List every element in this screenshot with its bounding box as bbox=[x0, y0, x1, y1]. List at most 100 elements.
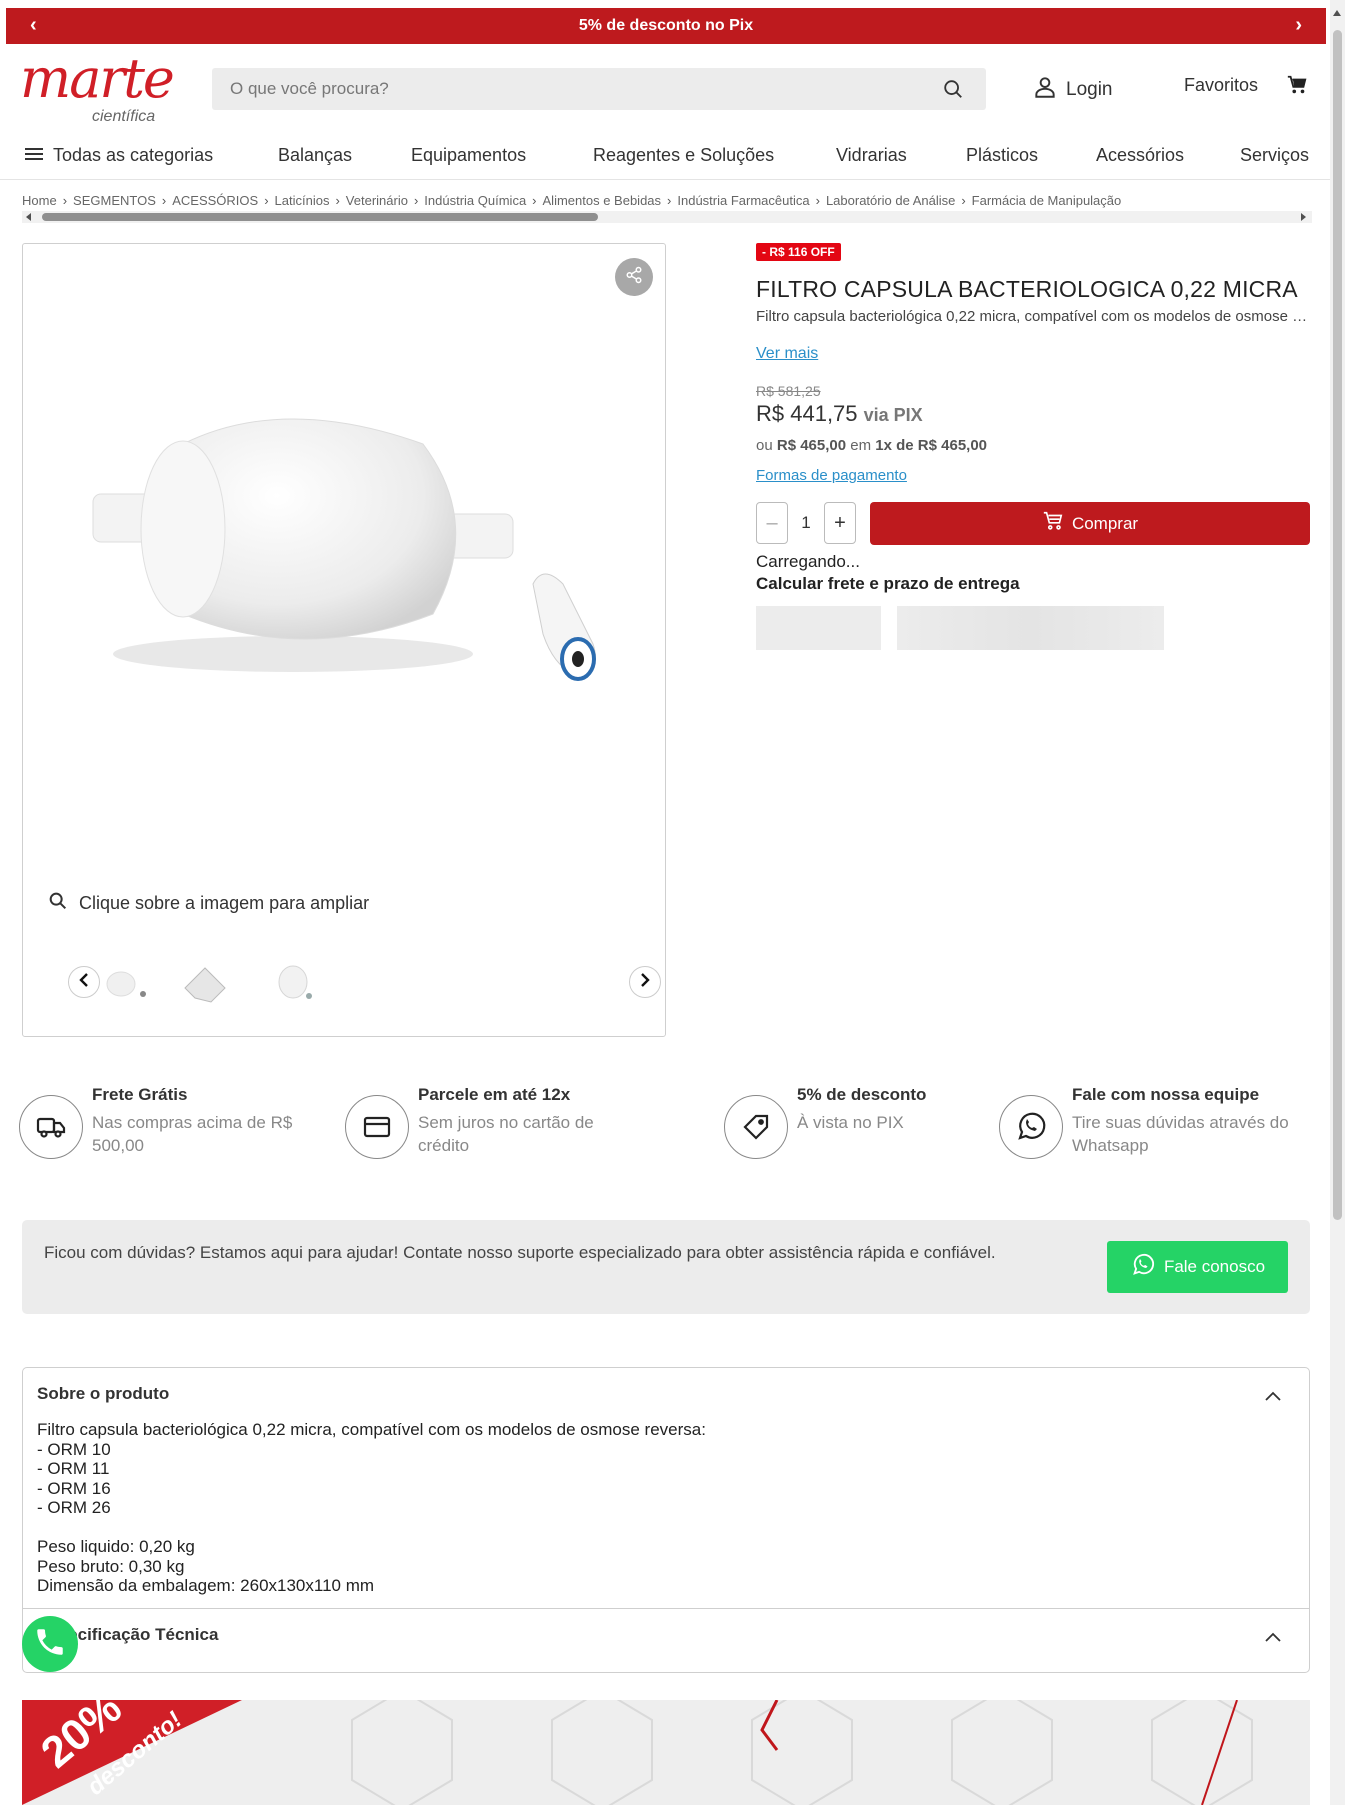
truck-icon bbox=[19, 1095, 83, 1159]
chevron-right-icon: › bbox=[264, 193, 269, 208]
thumbnail[interactable] bbox=[175, 958, 235, 1008]
promo-prev-button[interactable]: ‹ bbox=[30, 14, 37, 37]
scroll-up-arrow-icon[interactable] bbox=[1333, 10, 1341, 16]
breadcrumb-item[interactable]: ACESSÓRIOS bbox=[172, 193, 258, 208]
logo-subtitle: científica bbox=[92, 108, 156, 125]
accordion-divider bbox=[23, 1608, 1309, 1609]
magnifier-icon bbox=[47, 890, 69, 917]
scrollbar-thumb[interactable] bbox=[1333, 30, 1342, 1220]
nav-item-plasticos[interactable]: Plásticos bbox=[966, 145, 1038, 166]
breadcrumb-scrollbar[interactable] bbox=[22, 211, 1312, 223]
credit-card-icon bbox=[345, 1095, 409, 1159]
see-more-link[interactable]: Ver mais bbox=[756, 345, 818, 363]
tag-icon bbox=[724, 1095, 788, 1159]
phone-icon bbox=[33, 1625, 67, 1664]
zoom-hint-text: Clique sobre a imagem para ampliar bbox=[79, 893, 370, 913]
chevron-up-icon[interactable] bbox=[1265, 1388, 1281, 1406]
old-price: R$ 581,25 bbox=[756, 383, 821, 399]
page-scrollbar[interactable] bbox=[1330, 0, 1345, 1805]
breadcrumb-item[interactable]: Alimentos e Bebidas bbox=[543, 193, 662, 208]
chevron-right-icon: › bbox=[413, 193, 419, 208]
buy-button[interactable]: Comprar bbox=[870, 502, 1310, 545]
chevron-right-icon: › bbox=[532, 193, 537, 208]
chevron-right-icon bbox=[639, 972, 651, 992]
zoom-hint: Clique sobre a imagem para ampliar bbox=[47, 890, 369, 917]
installment-info: ou R$ 465,00 em 1x de R$ 465,00 bbox=[756, 437, 987, 454]
benefit-desc: À vista no PIX bbox=[797, 1113, 904, 1132]
parcel-plan: 1x de R$ 465,00 bbox=[875, 437, 988, 454]
benefit-title: Frete Grátis bbox=[92, 1085, 188, 1104]
promo-banner[interactable]: 20% desconto! bbox=[22, 1700, 1310, 1805]
logo-wordmark: marte bbox=[20, 47, 175, 110]
nav-item-reagentes[interactable]: Reagentes e Soluções bbox=[593, 145, 774, 166]
price-via: via PIX bbox=[863, 405, 923, 425]
whatsapp-float-button[interactable] bbox=[22, 1616, 78, 1672]
nav-item-acessorios[interactable]: Acessórios bbox=[1096, 145, 1184, 166]
about-product-header[interactable]: Sobre o produto bbox=[37, 1384, 169, 1404]
search-input[interactable] bbox=[230, 79, 910, 99]
chevron-right-icon: › bbox=[667, 193, 672, 208]
thumbnail[interactable] bbox=[265, 958, 325, 1008]
thumbnail[interactable] bbox=[101, 958, 161, 1008]
nav-item-servicos[interactable]: Serviços bbox=[1240, 145, 1309, 166]
quantity-stepper: – + bbox=[756, 502, 856, 544]
promo-text: 5% de desconto no Pix bbox=[578, 17, 754, 34]
breadcrumb-item[interactable]: SEGMENTOS bbox=[73, 193, 156, 208]
decrease-qty-button[interactable]: – bbox=[756, 502, 788, 544]
all-categories-label: Todas as categorias bbox=[53, 145, 214, 165]
benefit-desc: Sem juros no cartão de crédito bbox=[418, 1113, 594, 1155]
breadcrumb-item[interactable]: Veterinário bbox=[346, 193, 408, 208]
nav-item-vidrarias[interactable]: Vidrarias bbox=[836, 145, 907, 166]
login-button[interactable]: Login bbox=[1032, 74, 1113, 106]
loading-text: Carregando... bbox=[756, 552, 860, 571]
whatsapp-icon bbox=[999, 1095, 1063, 1159]
promo-next-button[interactable]: › bbox=[1295, 14, 1302, 37]
cart-icon bbox=[1042, 510, 1064, 537]
breadcrumb-item[interactable]: Indústria Farmacêutica bbox=[677, 193, 809, 208]
thumbs-prev-button[interactable] bbox=[68, 966, 100, 998]
discount-badge: - R$ 116 OFF bbox=[756, 243, 841, 261]
scroll-left-arrow-icon[interactable] bbox=[26, 213, 31, 221]
scroll-right-arrow-icon[interactable] bbox=[1301, 213, 1306, 221]
chevron-up-icon[interactable] bbox=[1265, 1629, 1281, 1647]
cart-icon[interactable] bbox=[1286, 74, 1308, 101]
parcel-price: R$ 465,00 bbox=[776, 437, 847, 454]
benefit-title: 5% de desconto bbox=[797, 1085, 927, 1104]
contact-whatsapp-button[interactable]: Fale conosco bbox=[1107, 1241, 1288, 1293]
shipping-title: Calcular frete e prazo de entrega bbox=[756, 574, 1020, 593]
help-banner: Ficou com dúvidas? Estamos aqui para aju… bbox=[22, 1220, 1310, 1314]
search-icon[interactable] bbox=[942, 78, 964, 105]
login-label: Login bbox=[1066, 79, 1113, 100]
chevron-right-icon: › bbox=[62, 193, 68, 208]
product-title: FILTRO CAPSULA BACTERIOLOGICA 0,22 MICRA bbox=[756, 276, 1298, 302]
breadcrumb-scroll-thumb[interactable] bbox=[42, 213, 598, 221]
nav-item-balancas[interactable]: Balanças bbox=[278, 145, 352, 166]
share-button[interactable] bbox=[615, 258, 653, 296]
pix-price: R$ 441,75 via PIX bbox=[756, 401, 923, 427]
increase-qty-button[interactable]: + bbox=[824, 502, 856, 544]
all-categories-menu[interactable]: Todas as categorias bbox=[25, 145, 213, 167]
parcel-prefix: ou bbox=[756, 437, 773, 454]
logo[interactable]: marte científica bbox=[20, 47, 175, 130]
help-text: Ficou com dúvidas? Estamos aqui para aju… bbox=[44, 1243, 996, 1262]
parcel-mid: em bbox=[850, 437, 872, 454]
breadcrumb-item[interactable]: Laboratório de Análise bbox=[826, 193, 955, 208]
thumbnail-strip bbox=[45, 956, 661, 1012]
breadcrumb-item[interactable]: Indústria Química bbox=[424, 193, 526, 208]
breadcrumb-item[interactable]: Farmácia de Manipulação bbox=[972, 193, 1122, 208]
benefit-desc: Nas compras acima de R$ 500,00 bbox=[92, 1113, 293, 1155]
quantity-input[interactable] bbox=[788, 513, 824, 533]
favorites-link[interactable]: Favoritos bbox=[1184, 75, 1258, 96]
product-details-accordion: Sobre o produto Filtro capsula bacteriol… bbox=[22, 1367, 1310, 1673]
benefit-desc: Tire suas dúvidas através do Whatsapp bbox=[1072, 1113, 1289, 1155]
product-image[interactable] bbox=[63, 384, 623, 704]
breadcrumb-item[interactable]: Laticínios bbox=[275, 193, 330, 208]
payment-methods-link[interactable]: Formas de pagamento bbox=[756, 467, 907, 484]
about-product-body: Filtro capsula bacteriológica 0,22 micra… bbox=[37, 1420, 706, 1595]
nav-item-equipamentos[interactable]: Equipamentos bbox=[411, 145, 526, 166]
thumbs-next-button[interactable] bbox=[629, 966, 661, 998]
promo-bar: ‹ 5% de desconto no Pix › bbox=[6, 8, 1326, 44]
user-icon bbox=[1032, 74, 1058, 106]
breadcrumb-item[interactable]: Home bbox=[22, 193, 57, 208]
chevron-right-icon: › bbox=[161, 193, 167, 208]
